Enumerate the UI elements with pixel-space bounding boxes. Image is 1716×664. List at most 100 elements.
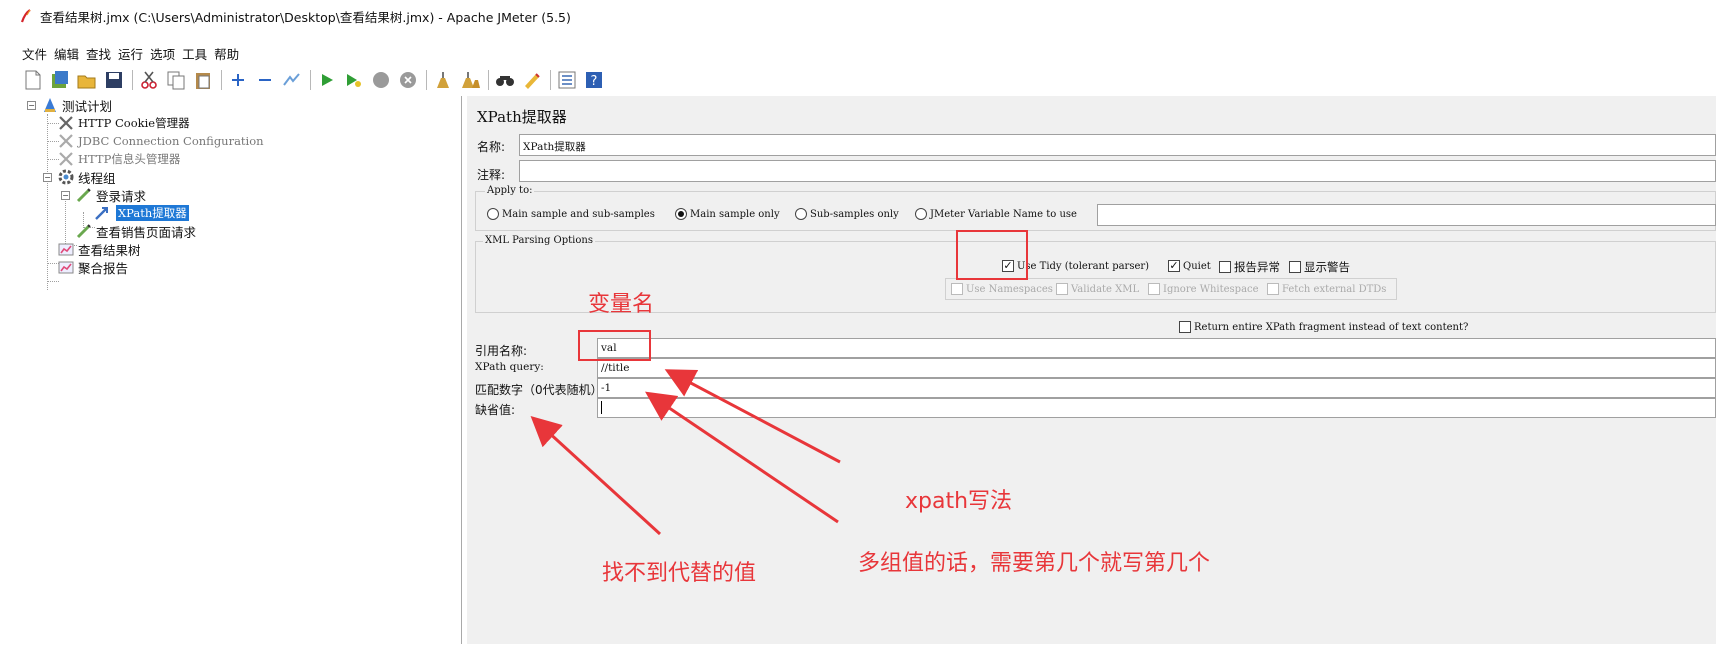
copy-button[interactable] [165, 70, 187, 90]
checkbox-ignore-whitespace[interactable]: Ignore Whitespace [1148, 283, 1259, 295]
start-no-pause-icon [347, 74, 361, 87]
tree-node-aggregate-report[interactable]: 聚合报告 [58, 258, 128, 276]
checkbox-quiet[interactable]: ✓ Quiet [1168, 260, 1211, 272]
toolbar-separator [221, 70, 222, 90]
paste-button[interactable] [192, 70, 214, 90]
stop-button[interactable] [370, 70, 392, 90]
collapse-all-button[interactable] [254, 70, 276, 90]
menu-tools[interactable]: 工具 [182, 44, 207, 63]
reference-name-input[interactable]: val [597, 338, 1716, 358]
templates-icon [52, 71, 68, 88]
reset-search-button[interactable] [521, 70, 543, 90]
tree-node-results-tree[interactable]: 查看结果树 [58, 240, 141, 258]
expand-all-button[interactable] [227, 70, 249, 90]
checkbox-return-fragment[interactable]: Return entire XPath fragment instead of … [1179, 321, 1468, 333]
search-button[interactable] [494, 70, 516, 90]
tree-expander-thread-group[interactable]: − [43, 173, 52, 182]
default-value-input[interactable] [597, 398, 1716, 418]
test-plan-icon [44, 98, 56, 112]
tree-expander-plan[interactable]: − [27, 101, 36, 110]
clear-button[interactable] [432, 70, 454, 90]
jmeter-variable-input[interactable] [1097, 204, 1716, 226]
help-icon: ? [586, 72, 602, 89]
tree-node-login-request[interactable]: 登录请求 [76, 186, 146, 204]
tree-node-cookie-manager[interactable]: HTTP Cookie管理器 [58, 114, 190, 132]
toggle-icon [283, 73, 300, 86]
name-label: 名称: [477, 140, 506, 154]
clear-all-icon [462, 72, 480, 88]
tree-node-header-manager[interactable]: HTTP信息头管理器 [58, 150, 180, 168]
new-button[interactable] [22, 70, 44, 90]
checkbox-fetch-dtds[interactable]: Fetch external DTDs [1267, 283, 1386, 295]
comment-label: 注释: [477, 168, 506, 182]
tree-node-test-plan[interactable]: 测试计划 [42, 96, 112, 114]
svg-text:?: ? [591, 74, 598, 89]
title-bar: 查看结果树.jmx (C:\Users\Administrator\Deskto… [0, 0, 1716, 32]
start-icon [322, 74, 333, 86]
tree-node-xpath-extractor-label[interactable]: XPath提取器 [112, 204, 189, 222]
new-icon [25, 70, 41, 90]
checkbox-report-errors[interactable]: 报告异常 [1219, 259, 1280, 275]
checkbox-use-namespaces[interactable]: Use Namespaces [951, 283, 1053, 295]
menu-search[interactable]: 查找 [86, 44, 111, 63]
cut-button[interactable] [138, 70, 160, 90]
sampler-pen-icon [76, 188, 91, 203]
toolbar-separator [426, 70, 427, 90]
help-button[interactable]: ? [583, 70, 605, 90]
menu-options[interactable]: 选项 [150, 44, 175, 63]
clear-icon [437, 72, 449, 88]
config-tools-icon [59, 152, 73, 166]
menu-edit[interactable]: 编辑 [54, 44, 79, 63]
toggle-button[interactable] [281, 70, 303, 90]
tree-node-thread-group[interactable]: 线程组 [58, 168, 116, 186]
config-tools-icon [59, 116, 73, 130]
function-helper-icon [558, 71, 576, 89]
radio-main-only[interactable]: Main sample only [675, 208, 780, 220]
name-input[interactable]: XPath提取器 [519, 134, 1716, 156]
annotation-box-tidy [956, 230, 1028, 280]
toolbar: ? [22, 68, 610, 92]
toolbar-separator [310, 70, 311, 90]
function-helper-button[interactable] [556, 70, 578, 90]
tree-node-sales-page-request[interactable]: 查看销售页面请求 [76, 222, 196, 240]
tree-connector [65, 194, 66, 244]
menu-run[interactable]: 运行 [118, 44, 143, 63]
radio-main-and-sub[interactable]: Main sample and sub-samples [487, 208, 655, 220]
menu-help[interactable]: 帮助 [214, 44, 239, 63]
toolbar-separator [550, 70, 551, 90]
xpath-query-label: XPath query: [475, 361, 544, 373]
checkbox-show-warnings[interactable]: 显示警告 [1289, 259, 1350, 275]
templates-button[interactable] [49, 70, 71, 90]
start-button[interactable] [316, 70, 338, 90]
xml-parsing-options-group [475, 241, 1716, 313]
shutdown-icon [400, 72, 416, 88]
tree-node-xpath-extractor[interactable] [94, 204, 110, 222]
stop-icon [373, 72, 389, 88]
collapse-icon [259, 79, 271, 81]
radio-jmeter-variable[interactable]: JMeter Variable Name to use [915, 208, 1077, 220]
menu-bar: 文件 编辑 查找 运行 选项 工具 帮助 [0, 44, 246, 62]
sampler-pen-icon [76, 224, 91, 239]
clear-all-button[interactable] [459, 70, 481, 90]
xml-parsing-options-title: XML Parsing Options [483, 235, 595, 246]
tree-expander-login[interactable]: − [61, 191, 70, 200]
menu-file[interactable]: 文件 [22, 44, 47, 63]
save-icon [106, 72, 122, 88]
thread-group-gear-icon [58, 169, 74, 185]
start-no-pause-button[interactable] [343, 70, 365, 90]
apply-to-title: Apply to: [485, 185, 535, 196]
checkbox-validate-xml[interactable]: Validate XML [1056, 283, 1139, 295]
match-number-input[interactable]: -1 [597, 378, 1716, 398]
annotation-variable-name: 变量名 [588, 292, 655, 317]
radio-sub-only[interactable]: Sub-samples only [795, 208, 899, 220]
open-button[interactable] [76, 70, 98, 90]
tree-node-jdbc-config[interactable]: JDBC Connection Configuration [58, 132, 264, 150]
toolbar-separator [488, 70, 489, 90]
annotation-multi-values: 多组值的话，需要第几个就写第几个 [858, 551, 1211, 576]
copy-icon [167, 71, 185, 90]
default-value-label: 缺省值: [475, 403, 516, 417]
save-button[interactable] [103, 70, 125, 90]
shutdown-button[interactable] [397, 70, 419, 90]
comment-input[interactable] [519, 160, 1716, 182]
xpath-query-input[interactable]: //title [597, 358, 1716, 378]
